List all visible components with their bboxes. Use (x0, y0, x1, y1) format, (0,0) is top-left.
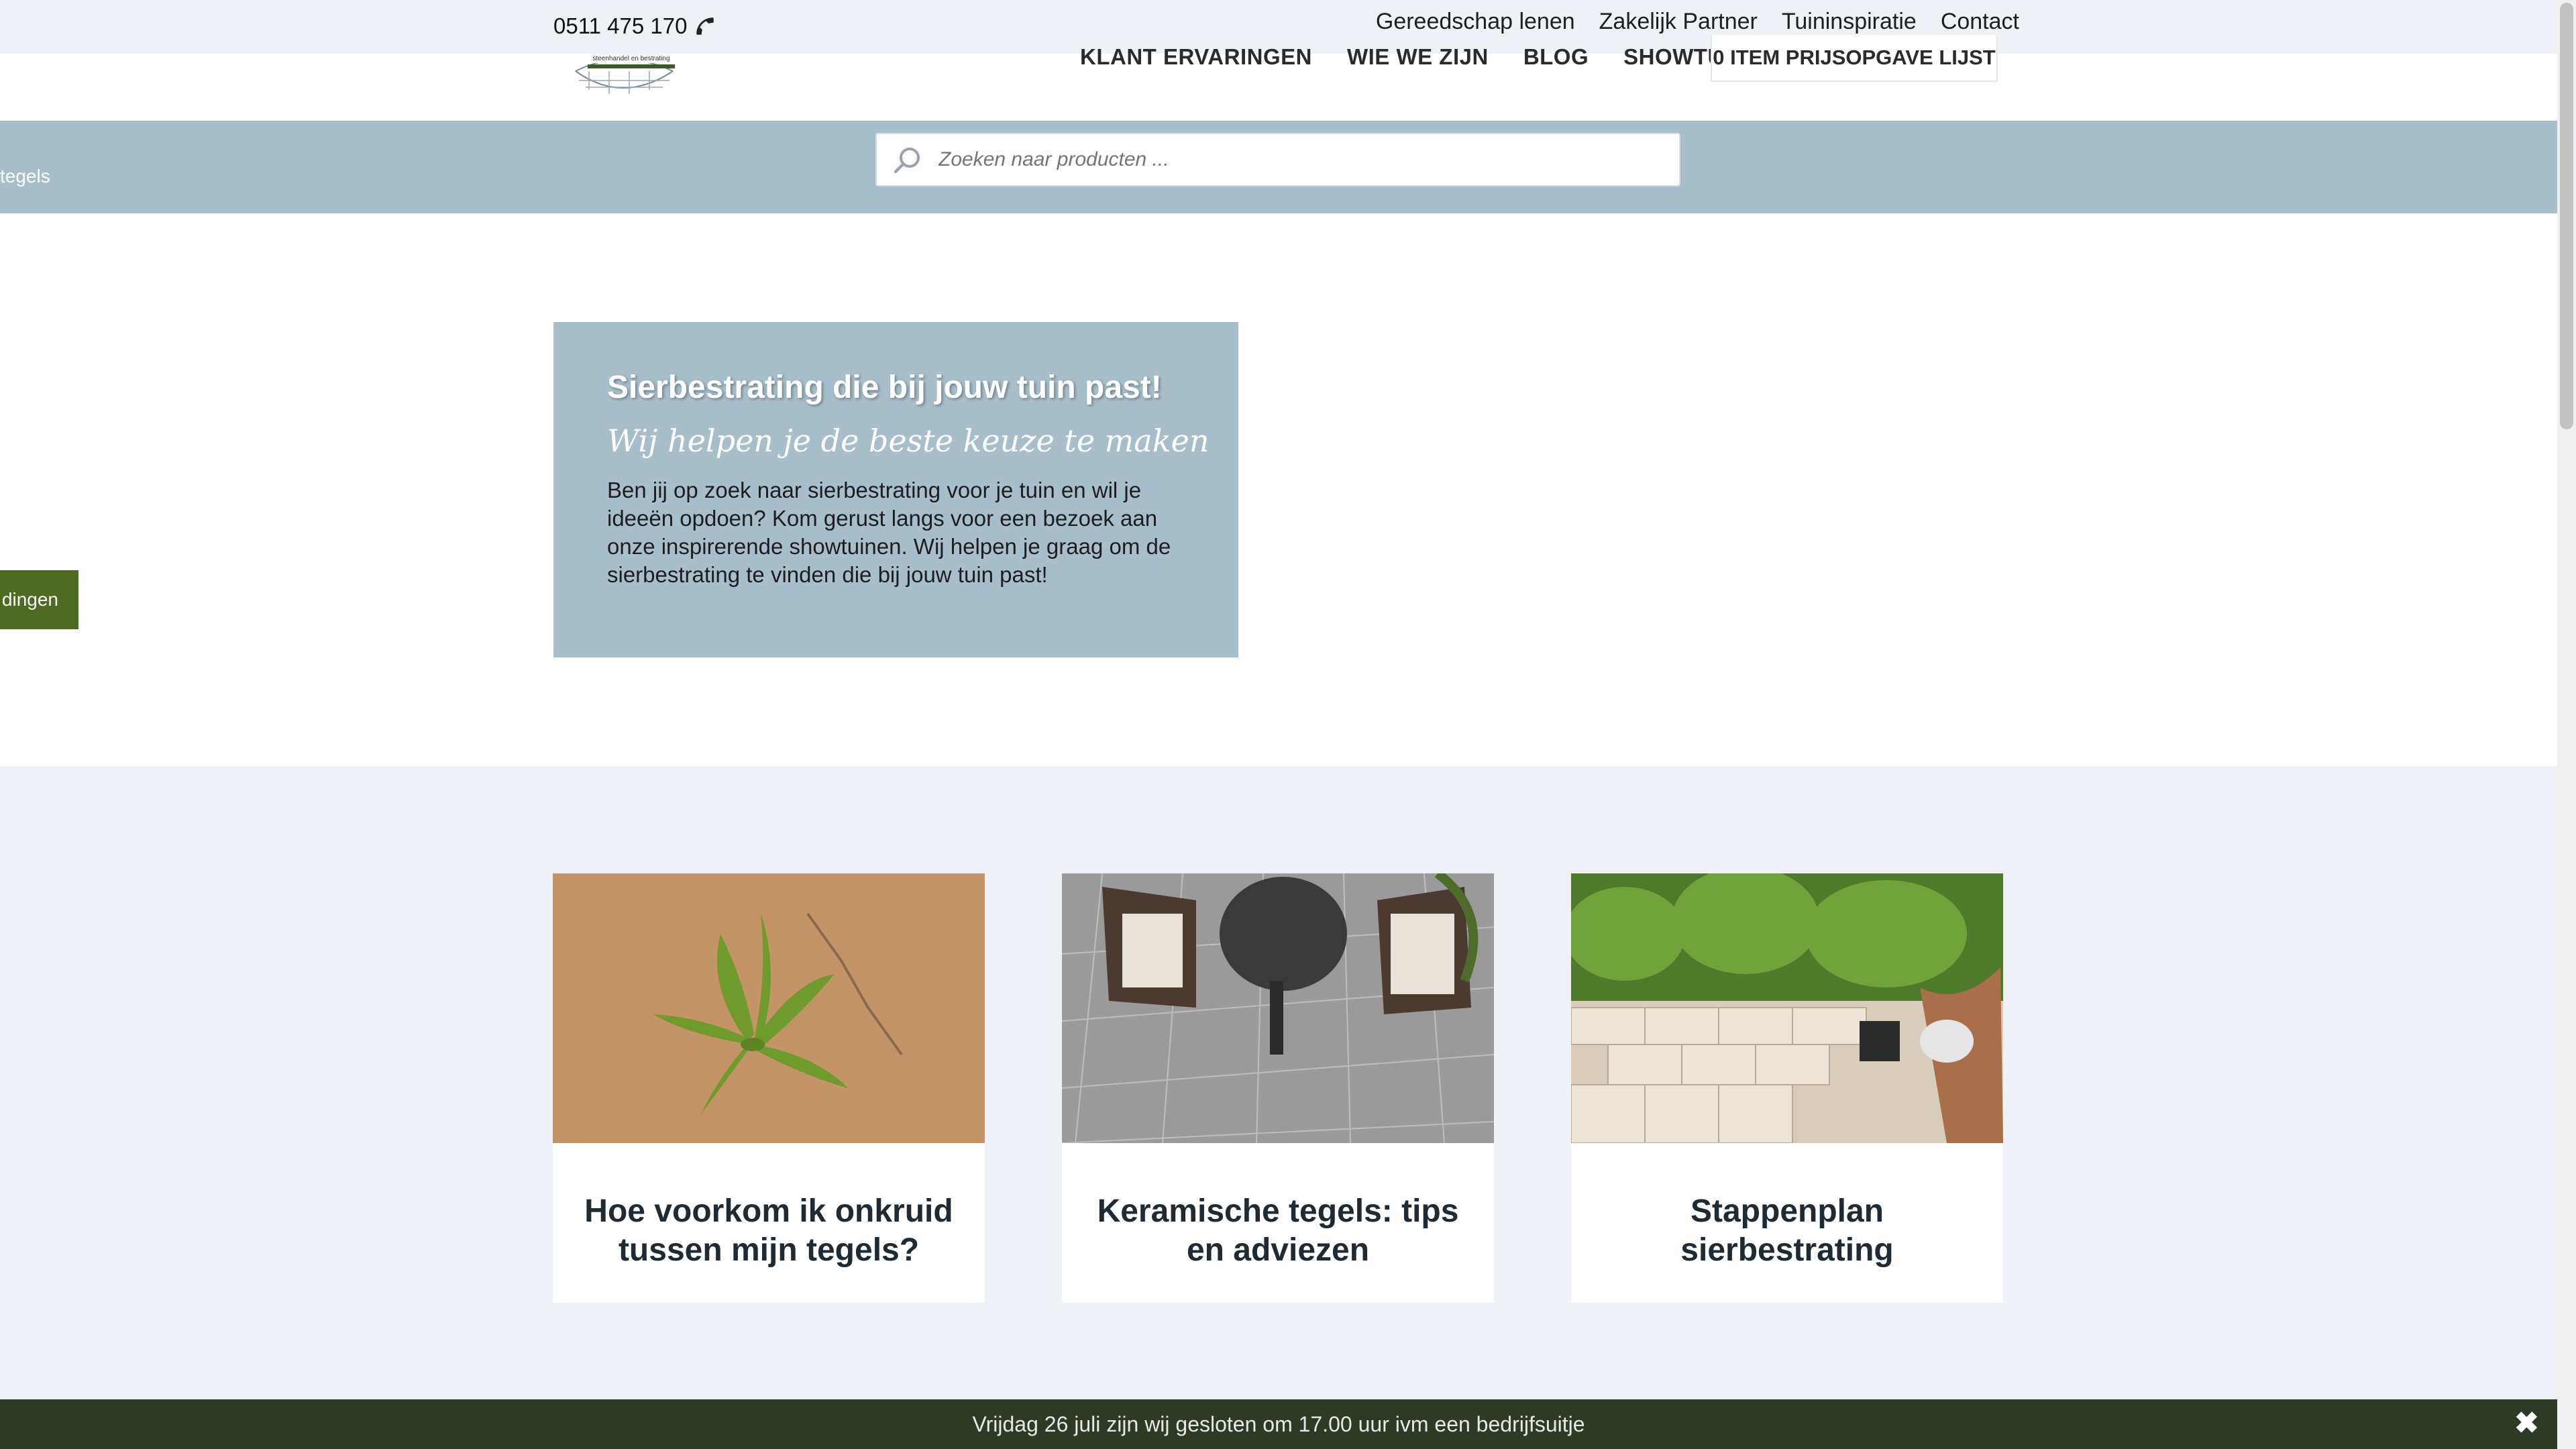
quote-list-button[interactable]: 0 ITEM PRIJSOPGAVE LIJST (1711, 35, 1998, 82)
phone-icon (696, 17, 714, 35)
closure-notice-bar: Vrijdag 26 juli zijn wij gesloten om 17.… (0, 1399, 2557, 1449)
blog-card-stappenplan[interactable]: Stappenplan sierbestrating (1564, 867, 2003, 1303)
top-links: Gereedschap lenen Zakelijk Partner Tuini… (1376, 9, 2019, 35)
blog-card-onkruid[interactable]: Hoe voorkom ik onkruid tussen mijn tegel… (553, 873, 985, 1303)
close-icon[interactable]: ✖ (2514, 1406, 2539, 1440)
search-input[interactable] (937, 148, 1611, 172)
blog-card-title[interactable]: Keramische tegels: tips en adviezen (1083, 1192, 1472, 1270)
ceramic-tiles-patio-image (1061, 869, 1495, 1144)
scrollbar-thumb[interactable] (2560, 3, 2573, 429)
laying-pavers-image (1564, 867, 2003, 1144)
nav-item-klant-ervaringen[interactable]: KLANT ERVARINGEN (1080, 44, 1312, 70)
phone-number-text: 0511 475 170 (553, 13, 688, 38)
toplink-gereedschap[interactable]: Gereedschap lenen (1376, 9, 1575, 35)
blog-card-title[interactable]: Stappenplan sierbestrating (1593, 1192, 1982, 1270)
toplink-zakelijk[interactable]: Zakelijk Partner (1599, 9, 1758, 35)
product-search[interactable] (875, 133, 1680, 186)
nav-links: KLANT ERVARINGEN WIE WE ZIJN BLOG SHOWTU… (1080, 44, 1747, 70)
toplink-tuininspiratie[interactable]: Tuininspiratie (1782, 9, 1917, 35)
side-tab-button[interactable]: dingen (0, 570, 78, 629)
nav-item-blog[interactable]: BLOG (1523, 44, 1589, 70)
weed-between-tiles-image (553, 873, 985, 1143)
breadcrumb[interactable]: tegels (0, 166, 50, 187)
toplink-contact[interactable]: Contact (1941, 9, 2019, 35)
closure-notice-text: Vrijdag 26 juli zijn wij gesloten om 17.… (972, 1411, 1585, 1436)
nav-item-wie-we-zijn[interactable]: WIE WE ZIJN (1347, 44, 1489, 70)
hero-title: Sierbestrating die bij jouw tuin past! (607, 370, 1162, 405)
logo-text: steenhandel en bestrating (592, 55, 669, 62)
blog-card-keramische[interactable]: Keramische tegels: tips en adviezen (1061, 869, 1495, 1303)
hero-subtitle: Wij helpen je de beste keuze te maken (607, 423, 1210, 459)
hero-body: Ben jij op zoek naar sierbestrating voor… (607, 478, 1171, 587)
search-icon (894, 148, 920, 174)
blog-card-title[interactable]: Hoe voorkom ik onkruid tussen mijn tegel… (574, 1192, 963, 1270)
phone-number[interactable]: 0511 475 170 (553, 13, 716, 39)
site-logo[interactable]: steenhandel en bestrating (562, 51, 684, 95)
